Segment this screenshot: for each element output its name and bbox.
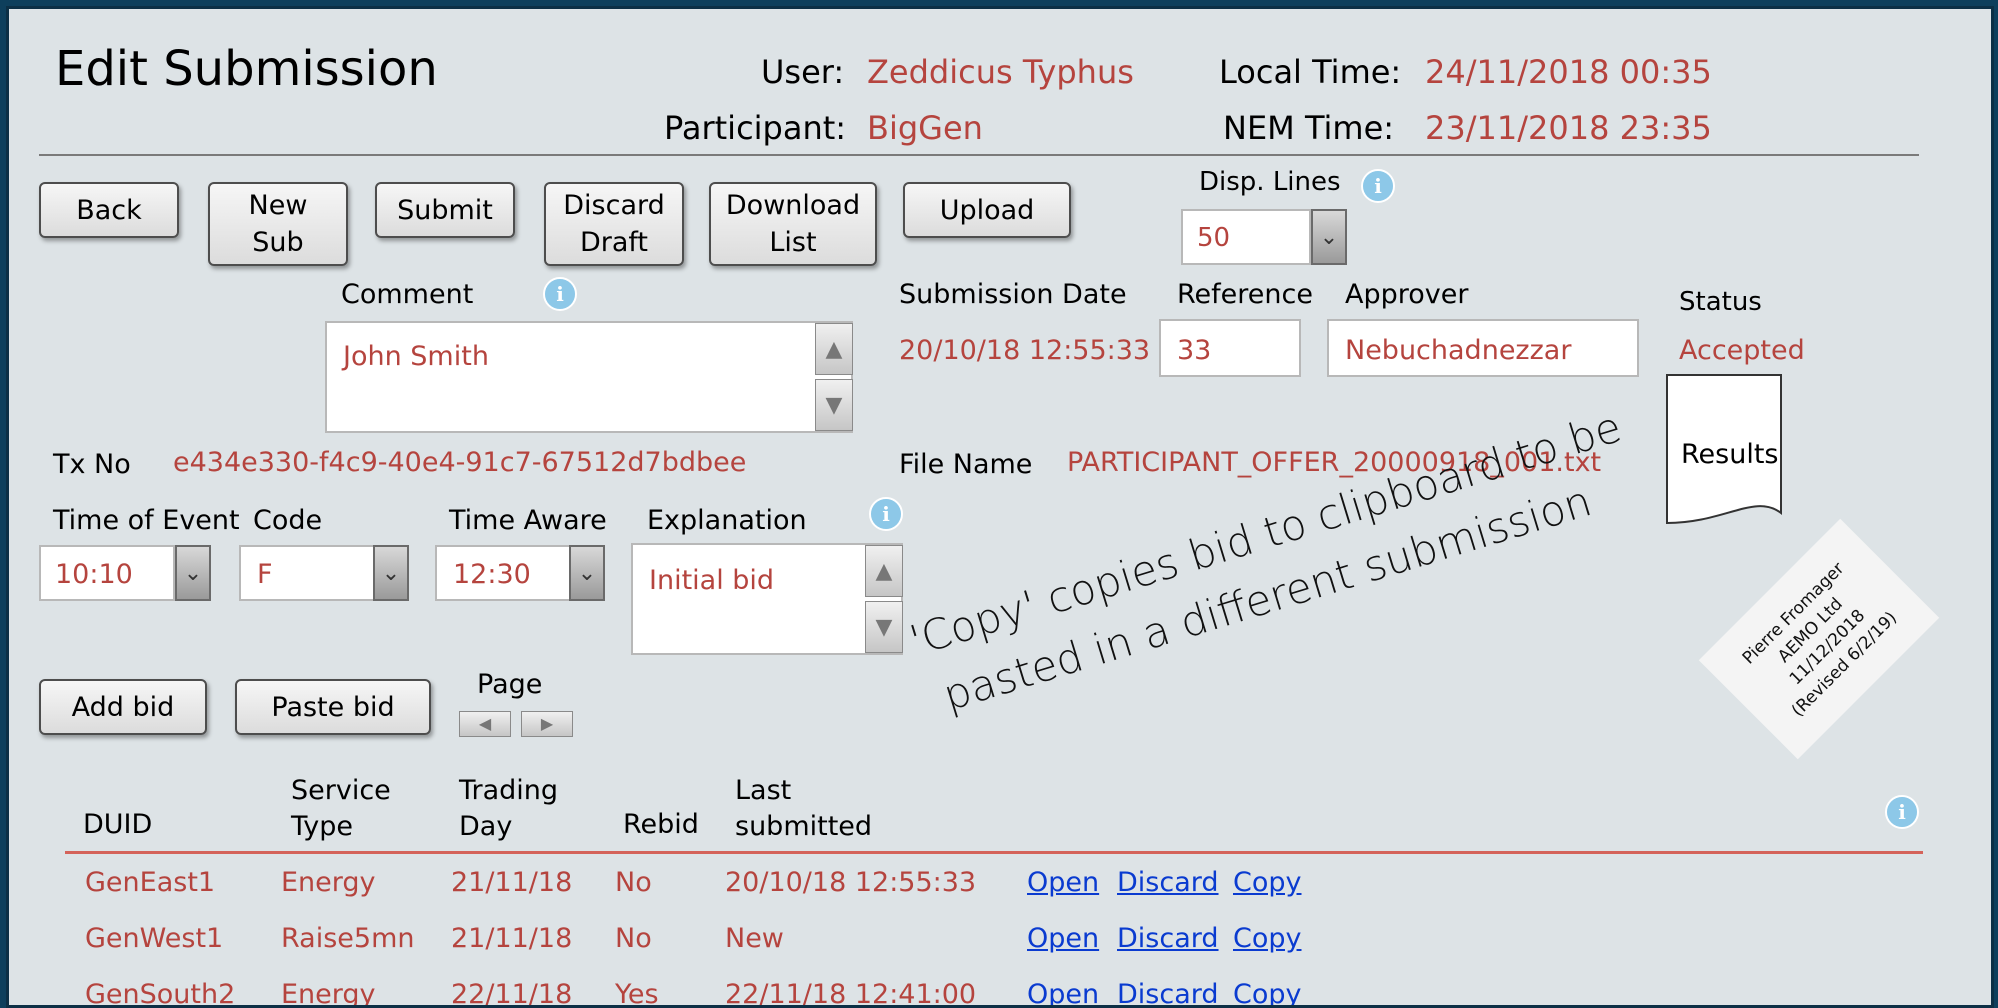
discard-draft-button[interactable]: Discard Draft <box>544 182 684 266</box>
user-value: Zeddicus Typhus <box>867 53 1134 91</box>
txno-value: e434e330-f4c9-40e4-91c7-67512d7bdbee <box>173 447 747 478</box>
code-label: Code <box>253 505 323 536</box>
col-last-submitted: Last submitted <box>735 775 873 842</box>
open-link[interactable]: Open <box>1027 923 1099 954</box>
row-service-type: Raise5mn <box>281 923 415 954</box>
copy-link[interactable]: Copy <box>1233 923 1302 954</box>
col-service-type: Service Type <box>291 775 391 842</box>
row-service-type: Energy <box>281 867 376 898</box>
table-row: GenSouth2 Energy 22/11/18 Yes 22/11/18 1… <box>9 979 1989 1008</box>
row-last-submitted: 22/11/18 12:41:00 <box>725 979 977 1008</box>
col-duid: DUID <box>83 809 153 840</box>
disp-lines-dropdown-icon[interactable]: ⌄ <box>1311 209 1347 265</box>
submission-date-value: 20/10/18 12:55:33 <box>899 335 1151 366</box>
code-dropdown-icon[interactable]: ⌄ <box>373 545 409 601</box>
discard-link[interactable]: Discard <box>1117 867 1219 898</box>
txno-label: Tx No <box>53 449 131 480</box>
open-link[interactable]: Open <box>1027 867 1099 898</box>
local-time-value: 24/11/2018 00:35 <box>1425 53 1712 91</box>
reference-value: 33 <box>1177 335 1212 366</box>
reference-field[interactable]: 33 <box>1159 319 1301 377</box>
row-last-submitted: New <box>725 923 784 954</box>
open-link[interactable]: Open <box>1027 979 1099 1005</box>
row-duid: GenEast1 <box>85 867 216 898</box>
comment-field[interactable]: John Smith <box>325 321 853 433</box>
upload-button[interactable]: Upload <box>903 182 1071 238</box>
time-of-event-label: Time of Event <box>53 505 240 536</box>
paste-bid-button[interactable]: Paste bid <box>235 679 431 735</box>
row-last-submitted: 20/10/18 12:55:33 <box>725 867 977 898</box>
row-trading-day: 21/11/18 <box>451 923 573 954</box>
table-header-divider <box>65 851 1923 854</box>
explanation-info-icon[interactable]: i <box>869 497 903 531</box>
time-aware-label: Time Aware <box>449 505 607 536</box>
table-info-icon[interactable]: i <box>1885 795 1919 829</box>
comment-scroll-down-icon[interactable]: ▼ <box>815 379 853 431</box>
status-value: Accepted <box>1679 335 1805 366</box>
nem-time-value: 23/11/2018 23:35 <box>1425 109 1712 147</box>
row-rebid: No <box>615 923 652 954</box>
copy-link[interactable]: Copy <box>1233 979 1302 1005</box>
table-row: GenEast1 Energy 21/11/18 No 20/10/18 12:… <box>9 867 1989 911</box>
time-aware-dropdown-icon[interactable]: ⌄ <box>569 545 605 601</box>
results-label: Results <box>1681 439 1779 470</box>
nem-time-label: NEM Time: <box>1223 109 1395 147</box>
comment-value: John Smith <box>343 341 489 372</box>
status-label: Status <box>1679 287 1762 317</box>
approver-value: Nebuchadnezzar <box>1345 335 1572 366</box>
add-bid-button[interactable]: Add bid <box>39 679 207 735</box>
row-service-type: Energy <box>281 979 376 1008</box>
time-aware-select[interactable]: 12:30 <box>435 545 571 601</box>
back-button[interactable]: Back <box>39 182 179 238</box>
participant-label: Participant: <box>664 109 847 147</box>
explanation-label: Explanation <box>647 505 807 536</box>
page-next-icon[interactable]: ▶ <box>521 711 573 737</box>
row-trading-day: 22/11/18 <box>451 979 573 1008</box>
col-trading-day: Trading Day <box>459 775 559 842</box>
time-of-event-select[interactable]: 10:10 <box>39 545 175 601</box>
disp-lines-label: Disp. Lines <box>1199 167 1341 197</box>
filename-label: File Name <box>899 449 1033 480</box>
page-label: Page <box>477 669 543 700</box>
submission-date-label: Submission Date <box>899 279 1127 310</box>
disp-lines-value: 50 <box>1197 223 1231 253</box>
explanation-scroll-down-icon[interactable]: ▼ <box>865 601 903 653</box>
discard-link[interactable]: Discard <box>1117 979 1219 1005</box>
time-aware-value: 12:30 <box>453 559 531 590</box>
new-sub-button[interactable]: New Sub <box>208 182 348 266</box>
header-divider <box>39 154 1919 156</box>
participant-value: BigGen <box>867 109 983 147</box>
comment-scroll-up-icon[interactable]: ▲ <box>815 323 853 375</box>
row-duid: GenWest1 <box>85 923 224 954</box>
user-label: User: <box>761 53 845 91</box>
discard-link[interactable]: Discard <box>1117 923 1219 954</box>
copy-link[interactable]: Copy <box>1233 867 1302 898</box>
copy-annotation: 'Copy' copies bid to clipboard to be pas… <box>889 352 1647 731</box>
time-of-event-value: 10:10 <box>55 559 133 590</box>
comment-label: Comment <box>341 279 474 310</box>
row-rebid: Yes <box>615 979 659 1008</box>
disp-lines-info-icon[interactable]: i <box>1361 169 1395 203</box>
explanation-field[interactable]: Initial bid <box>631 543 903 655</box>
table-row: GenWest1 Raise5mn 21/11/18 No New Open D… <box>9 923 1989 967</box>
submit-button[interactable]: Submit <box>375 182 515 238</box>
row-duid: GenSouth2 <box>85 979 236 1008</box>
code-value: F <box>257 559 273 590</box>
row-rebid: No <box>615 867 652 898</box>
author-stamp: Pierre Fromager AEMO Ltd 11/12/2018 (Rev… <box>1698 518 1940 760</box>
col-rebid: Rebid <box>623 809 699 840</box>
code-select[interactable]: F <box>239 545 375 601</box>
download-list-button[interactable]: Download List <box>709 182 877 266</box>
edit-submission-screen: Edit Submission User: Zeddicus Typhus Pa… <box>6 6 1994 1008</box>
page-prev-icon[interactable]: ◀ <box>459 711 511 737</box>
comment-info-icon[interactable]: i <box>543 277 577 311</box>
approver-label: Approver <box>1345 279 1469 310</box>
local-time-label: Local Time: <box>1219 53 1402 91</box>
disp-lines-select[interactable]: 50 <box>1181 209 1311 265</box>
explanation-value: Initial bid <box>649 565 775 596</box>
reference-label: Reference <box>1177 279 1313 310</box>
page-title: Edit Submission <box>55 41 438 97</box>
row-trading-day: 21/11/18 <box>451 867 573 898</box>
time-of-event-dropdown-icon[interactable]: ⌄ <box>175 545 211 601</box>
